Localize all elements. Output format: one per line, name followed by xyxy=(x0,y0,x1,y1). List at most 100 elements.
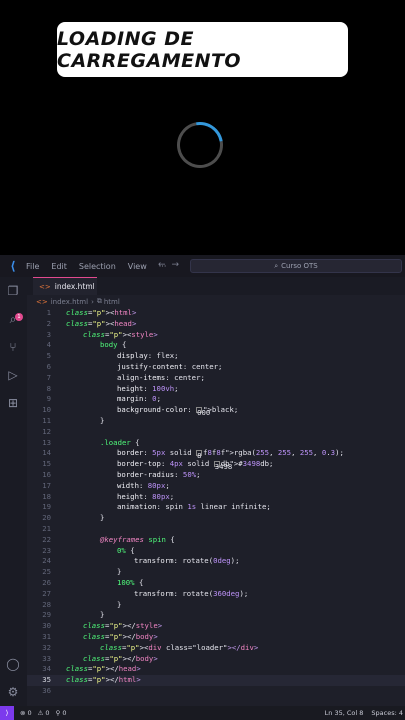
code-line[interactable]: 18 height: 80px; xyxy=(27,492,405,503)
code-text[interactable]: background-color: 000">black; xyxy=(117,405,238,417)
code-text[interactable]: .loader { xyxy=(100,438,140,449)
code-text[interactable]: } xyxy=(100,513,104,524)
settings-gear-icon[interactable]: ⚙ xyxy=(6,685,20,699)
code-line[interactable]: 27 transform: rotate(360deg); xyxy=(27,589,405,600)
ports-count[interactable]: 0 xyxy=(62,709,66,717)
line-number: 29 xyxy=(42,610,51,620)
code-line[interactable]: 25} xyxy=(27,567,405,578)
code-text[interactable]: } xyxy=(117,567,121,578)
error-count[interactable]: 0 xyxy=(27,709,31,717)
code-text[interactable]: 100% { xyxy=(117,578,143,589)
code-text[interactable]: } xyxy=(100,610,104,621)
menu-file[interactable]: File xyxy=(26,262,39,271)
nav-arrows-icon[interactable]: ←→ xyxy=(158,260,185,270)
ports-icon[interactable]: ⚲ xyxy=(56,709,61,717)
code-text[interactable]: display: flex; xyxy=(117,351,179,362)
code-text[interactable]: height: 80px; xyxy=(117,492,174,503)
code-text[interactable]: height: 100vh; xyxy=(117,384,179,395)
tab-bar: <> index.html xyxy=(27,277,405,295)
run-debug-icon[interactable]: ▷ xyxy=(6,368,20,382)
code-text[interactable]: 0% { xyxy=(117,546,135,557)
code-line[interactable]: 29} xyxy=(27,610,405,621)
code-text[interactable]: margin: 0; xyxy=(117,394,161,405)
explorer-icon[interactable]: ❐ xyxy=(6,284,20,298)
code-text[interactable]: align-items: center; xyxy=(117,373,205,384)
code-line[interactable]: 21 xyxy=(27,524,405,535)
code-line[interactable]: 17 width: 80px; xyxy=(27,481,405,492)
vscode-logo-icon: ⟨ xyxy=(10,259,16,273)
code-line[interactable]: 7 align-items: center; xyxy=(27,373,405,384)
code-text[interactable]: border-top: 4px solid 3498db">#3498db; xyxy=(117,459,273,471)
code-line[interactable]: 15 border-top: 4px solid 3498db">#3498db; xyxy=(27,459,405,471)
command-search-box[interactable]: ⌕ Curso OTS xyxy=(190,259,402,273)
code-line[interactable]: 6 justify-content: center; xyxy=(27,362,405,373)
code-text[interactable]: border: 5px solid 8 f8f8f">rgba(255, 255,… xyxy=(117,448,344,460)
code-text[interactable]: class="p"></head> xyxy=(66,664,141,675)
extensions-icon[interactable]: ⊞ xyxy=(6,396,20,410)
code-line[interactable]: 31 class="p"></body> xyxy=(27,632,405,643)
code-text[interactable]: class="p"></body> xyxy=(83,632,158,643)
tab-label: index.html xyxy=(54,282,95,291)
code-text[interactable]: class="p"><style> xyxy=(83,330,158,341)
code-line[interactable]: 14 border: 5px solid 8 f8f8f">rgba(255, 25… xyxy=(27,448,405,460)
code-text[interactable]: transform: rotate(0deg); xyxy=(134,556,239,567)
remote-icon[interactable]: ⟩ xyxy=(0,706,14,720)
menu-edit[interactable]: Edit xyxy=(51,262,67,271)
code-line[interactable]: 20} xyxy=(27,513,405,524)
code-line[interactable]: 10 background-color: 000">black; xyxy=(27,405,405,417)
code-text[interactable]: class="p"><head> xyxy=(66,319,136,330)
code-text[interactable]: body { xyxy=(100,340,126,351)
code-line[interactable]: 16 border-radius: 50%; xyxy=(27,470,405,481)
code-text[interactable]: class="p"></style> xyxy=(83,621,162,632)
indentation[interactable]: Spaces: 4 xyxy=(371,709,403,717)
code-line[interactable]: 13 .loader { xyxy=(27,438,405,449)
code-line[interactable]: 24 transform: rotate(0deg); xyxy=(27,556,405,567)
search-icon: ⌕ xyxy=(274,261,279,270)
code-text[interactable]: class="p"><div class="loader"></div> xyxy=(100,643,258,654)
search-icon[interactable]: ⌕ xyxy=(6,312,20,326)
code-line[interactable]: 3 class="p"><style> xyxy=(27,330,405,341)
code-line[interactable]: 36 xyxy=(27,686,405,697)
code-text[interactable]: } xyxy=(100,416,104,427)
code-line[interactable]: 19 animation: spin 1s linear infinite; xyxy=(27,502,405,513)
code-text[interactable]: class="p"><html> xyxy=(66,308,136,319)
breadcrumb-element[interactable]: html xyxy=(104,298,120,306)
tab-index-html[interactable]: <> index.html xyxy=(33,277,97,295)
code-text[interactable]: class="p"></html> xyxy=(66,675,141,686)
code-line[interactable]: 1 class="p"><html> xyxy=(27,308,405,319)
code-text[interactable]: width: 80px; xyxy=(117,481,170,492)
menu-view[interactable]: View xyxy=(128,262,147,271)
code-line[interactable]: 23 0% { xyxy=(27,546,405,557)
code-line[interactable]: 32 class="p"><div class="loader"></div> xyxy=(27,643,405,654)
code-text[interactable]: class="p"></body> xyxy=(83,654,158,665)
code-text[interactable]: justify-content: center; xyxy=(117,362,222,373)
code-line[interactable]: 22 @keyframes spin { xyxy=(27,535,405,546)
code-line[interactable]: 8 height: 100vh; xyxy=(27,384,405,395)
code-line[interactable]: 28} xyxy=(27,600,405,611)
menu-selection[interactable]: Selection xyxy=(79,262,116,271)
code-text[interactable]: border-radius: 50%; xyxy=(117,470,201,481)
code-line[interactable]: 33 class="p"></body> xyxy=(27,654,405,665)
account-icon[interactable]: ◯ xyxy=(6,657,20,671)
code-line[interactable]: 5 display: flex; xyxy=(27,351,405,362)
breadcrumb-file[interactable]: index.html xyxy=(51,298,88,306)
warning-count[interactable]: 0 xyxy=(45,709,49,717)
code-line[interactable]: 2 class="p"><head> xyxy=(27,319,405,330)
code-text[interactable]: animation: spin 1s linear infinite; xyxy=(117,502,271,513)
code-line[interactable]: 12 xyxy=(27,427,405,438)
code-line[interactable]: 30 class="p"></style> xyxy=(27,621,405,632)
code-text[interactable]: } xyxy=(117,600,121,611)
code-line[interactable]: 35 class="p"></html> xyxy=(27,675,405,686)
code-area[interactable]: 1 class="p"><html> 2 class="p"><head> 3 class… xyxy=(27,308,405,697)
cursor-position[interactable]: Ln 35, Col 8 xyxy=(325,709,364,717)
code-text[interactable]: transform: rotate(360deg); xyxy=(134,589,248,600)
code-line[interactable]: 4 body { xyxy=(27,340,405,351)
code-line[interactable]: 34 class="p"></head> xyxy=(27,664,405,675)
warning-icon[interactable]: ⚠ xyxy=(38,709,44,717)
code-line[interactable]: 9 margin: 0; xyxy=(27,394,405,405)
source-control-icon[interactable]: ⑂ xyxy=(6,340,20,354)
code-line[interactable]: 26 100% { xyxy=(27,578,405,589)
code-text[interactable]: @keyframes spin { xyxy=(100,535,175,546)
code-line[interactable]: 11} xyxy=(27,416,405,427)
error-icon[interactable]: ⊗ xyxy=(20,709,25,717)
